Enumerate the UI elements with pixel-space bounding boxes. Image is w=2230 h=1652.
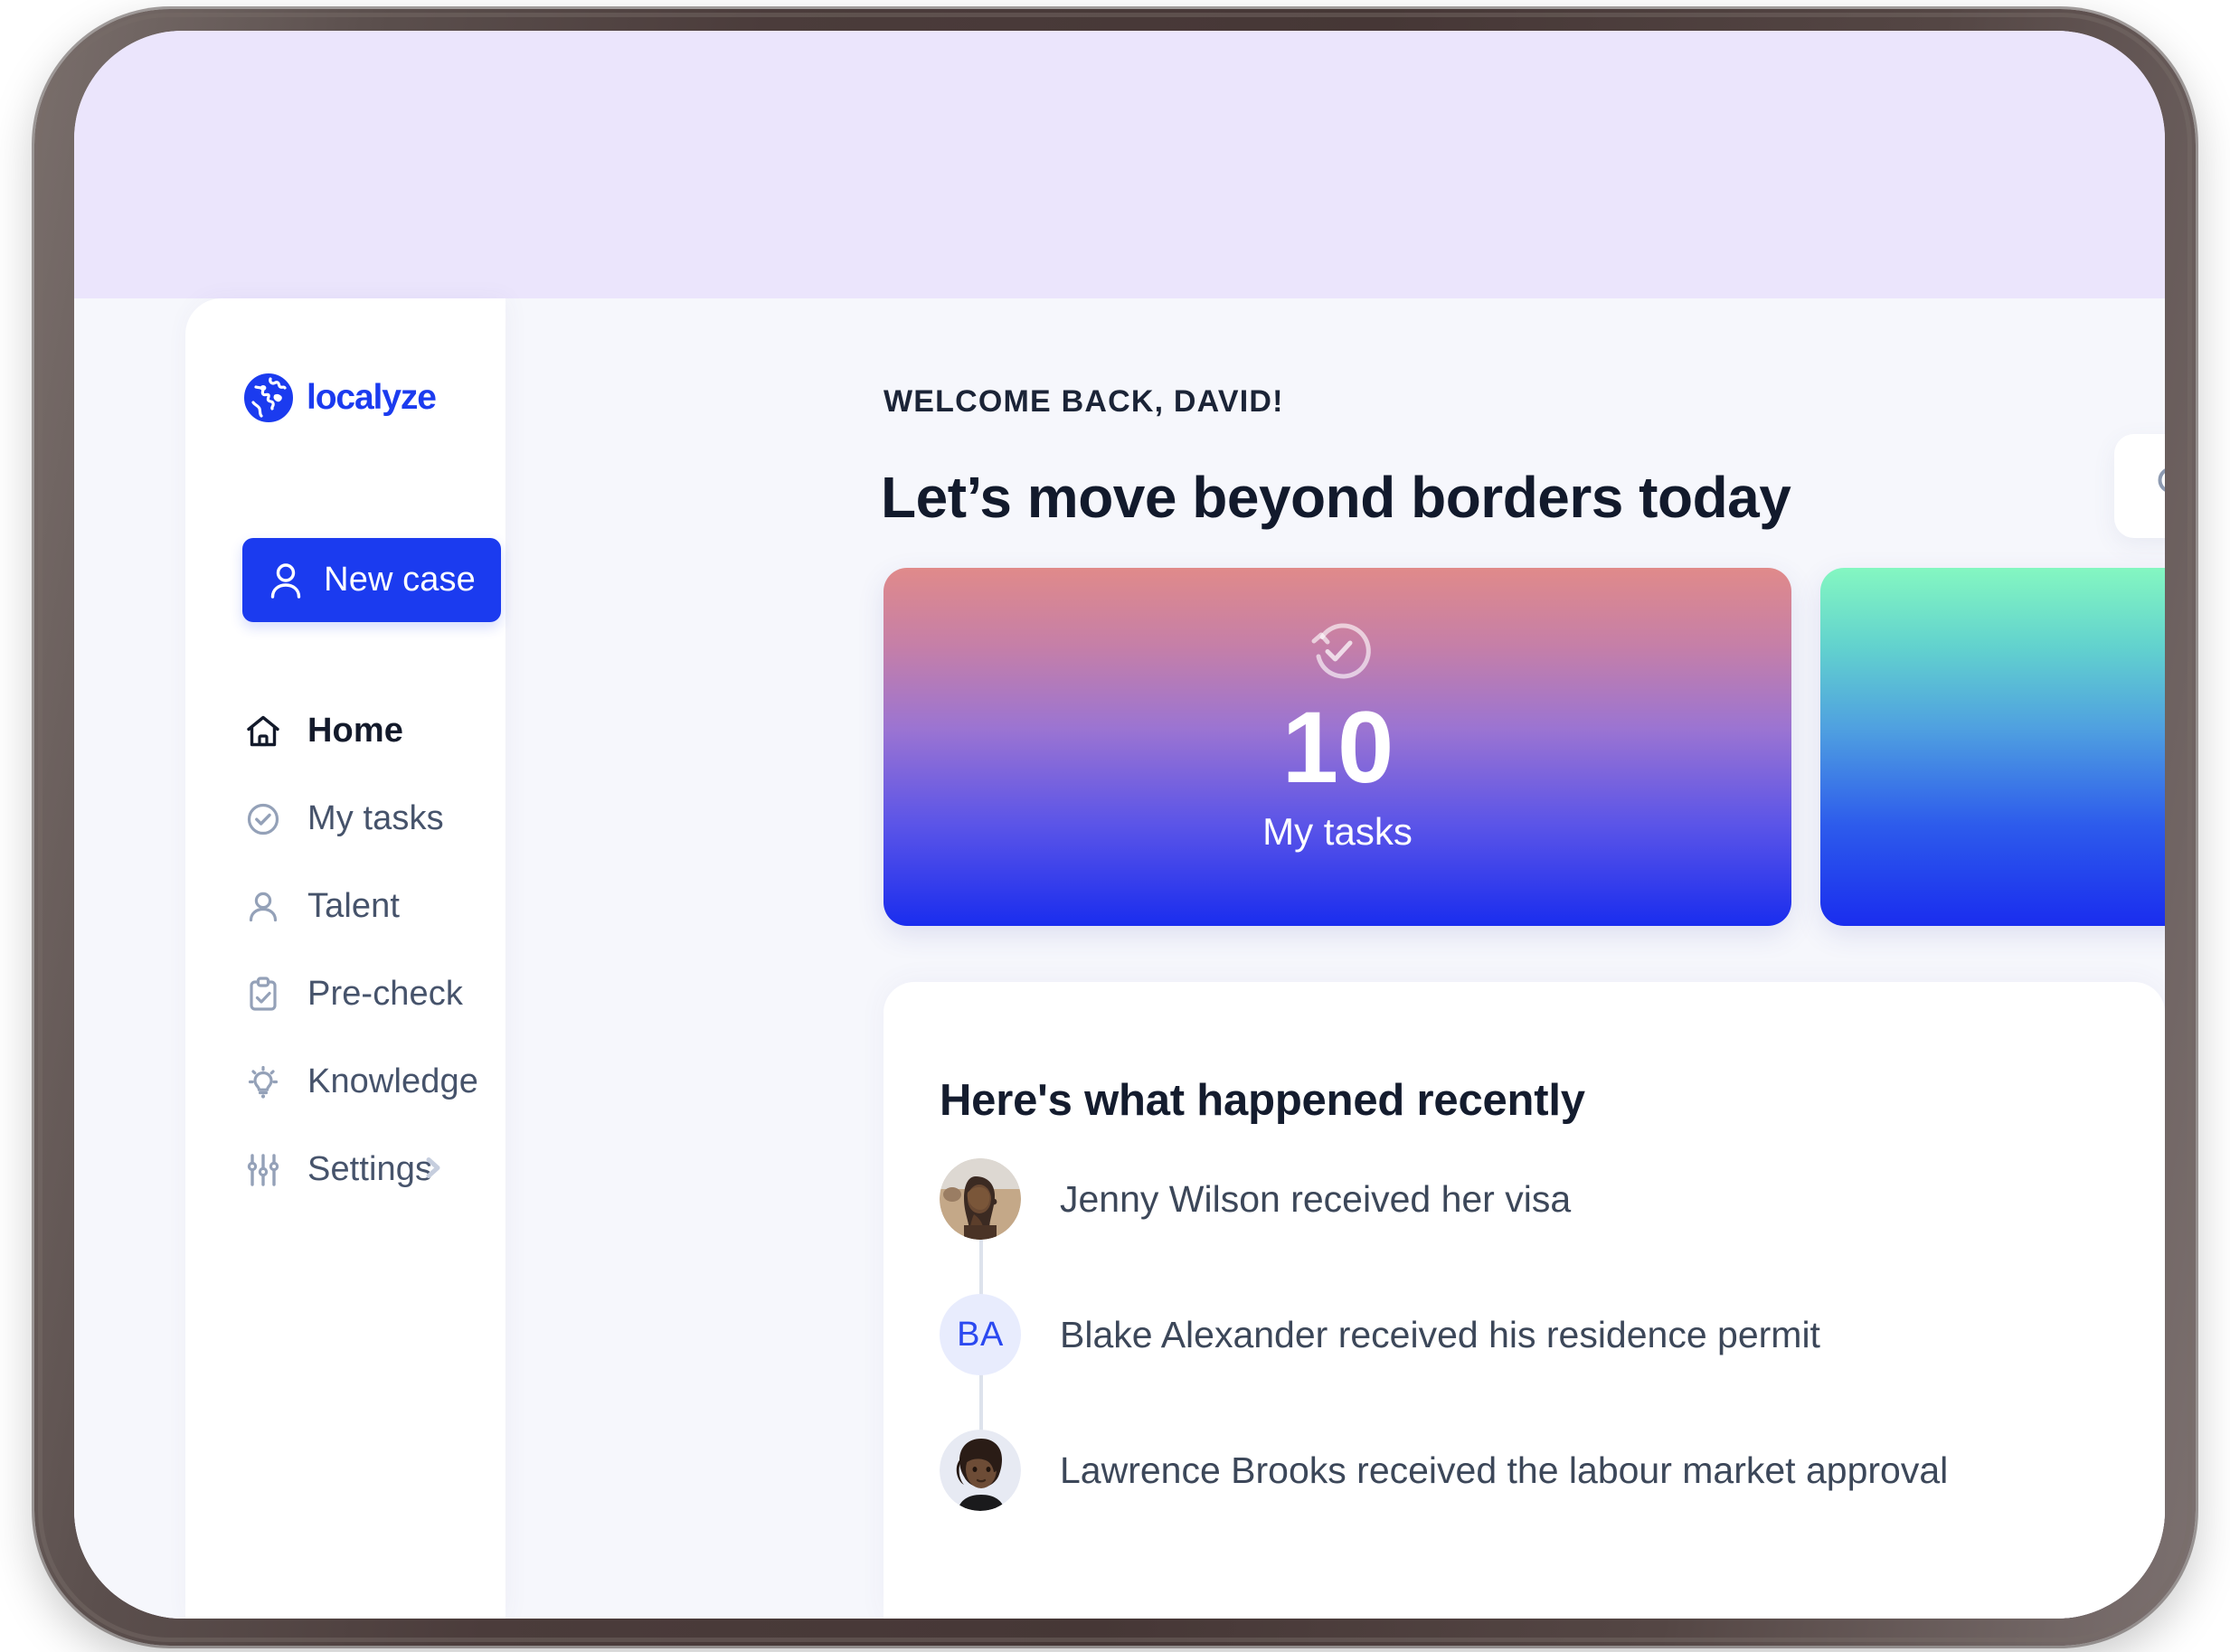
activity-text: Blake Alexander received his residence p… [1060,1314,1820,1356]
stat-card-label: My tasks [883,810,1791,854]
lightbulb-icon [242,1062,284,1103]
globe-icon [243,373,294,423]
check-circle-icon [242,798,284,840]
stat-card-value: 29 [1820,694,2165,801]
sidebar-item-pre-check[interactable]: Pre-check [185,950,506,1038]
avatar [940,1430,1021,1511]
activity-text: Jenny Wilson received her visa [1060,1178,1571,1221]
list-item[interactable]: BA Blake Alexander received his residenc… [940,1267,2129,1402]
sidebar-nav: Home My tasks [185,687,506,1213]
sidebar-item-label: Settings [307,1150,432,1189]
sidebar-item-label: Knowledge [307,1062,478,1101]
person-icon [242,886,284,928]
sliders-icon [242,1149,284,1191]
sidebar-item-talent[interactable]: Talent [185,863,506,950]
activity-timeline: Jenny Wilson received her visa BA Blake … [940,1131,2129,1538]
avatar-initials: BA [957,1316,1004,1355]
new-case-button[interactable]: New case [242,538,501,622]
search-input[interactable] [2114,434,2165,538]
activity-panel-title: Here's what happened recently [940,1075,1585,1126]
sidebar-item-label: Pre-check [307,975,463,1014]
activity-text: Lawrence Brooks received the labour mark… [1060,1449,1948,1492]
person-add-icon [268,562,304,599]
sidebar: localyze New case [185,298,506,1619]
sidebar-item-label: My tasks [307,799,444,838]
sidebar-item-knowledge[interactable]: Knowledge [185,1038,506,1126]
stat-card-my-cases[interactable]: 29 My cases [1820,568,2165,926]
avatar: BA [940,1294,1021,1375]
device-screen: localyze New case [74,31,2165,1619]
stat-card-list: 10 My tasks [883,568,2165,926]
device-frame: localyze New case [34,9,2196,1646]
sidebar-item-home[interactable]: Home [185,687,506,775]
people-group-icon [1820,615,2165,680]
stat-card-my-tasks[interactable]: 10 My tasks [883,568,1791,926]
welcome-message: WELCOME BACK, DAVID! [883,384,1284,420]
clipboard-check-icon [242,974,284,1015]
stat-card-label: My cases [1820,810,2165,854]
svg-text:localyze: localyze [307,379,436,417]
home-icon [242,711,284,752]
task-progress-icon [883,615,1791,685]
search-icon [2152,461,2165,511]
brand-wordmark: localyze [307,379,488,417]
brand-logo[interactable]: localyze [243,373,488,423]
chevron-right-icon[interactable] [420,1147,448,1192]
app-shell: localyze New case [74,298,2165,1619]
new-case-button-label: New case [324,561,476,599]
list-item[interactable]: Jenny Wilson received her visa [940,1131,2129,1267]
top-accent-band [74,31,2165,298]
avatar [940,1158,1021,1240]
sidebar-item-my-tasks[interactable]: My tasks [185,775,506,863]
sidebar-item-label: Home [307,712,403,750]
page-title: Let’s move beyond borders today [881,464,1791,531]
main-content: WELCOME BACK, DAVID! Let’s move beyond b… [506,298,2165,1619]
list-item[interactable]: Lawrence Brooks received the labour mark… [940,1402,2129,1538]
sidebar-item-settings[interactable]: Settings [185,1126,506,1213]
stat-card-value: 10 [883,694,1791,801]
sidebar-item-label: Talent [307,887,400,926]
activity-panel: Here's what happened recently [883,982,2165,1619]
